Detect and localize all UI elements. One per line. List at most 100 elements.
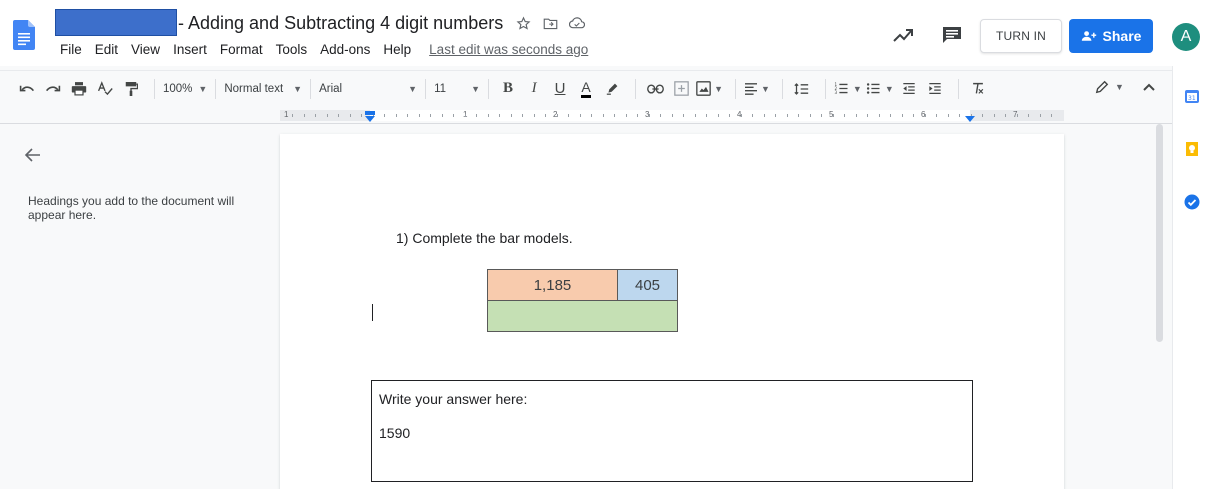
keep-icon[interactable]	[1184, 141, 1200, 157]
ruler-tick	[407, 114, 408, 117]
ruler-tick	[338, 114, 339, 117]
ruler-tick	[925, 114, 926, 117]
editing-mode-select[interactable]: ▼	[1095, 80, 1124, 94]
scroll-thumb[interactable]	[1156, 124, 1163, 342]
toolbar-separator	[734, 78, 736, 99]
line-spacing-icon[interactable]	[791, 77, 813, 101]
ruler-tick	[695, 114, 696, 117]
bar-model[interactable]: 1,185 405	[487, 269, 678, 332]
style-value: Normal text	[224, 82, 284, 95]
document-page[interactable]: 1) Complete the bar models. 1,185 405 Wr…	[280, 134, 1064, 489]
ruler-tick	[844, 114, 845, 117]
ruler-tick	[741, 114, 742, 117]
left-indent-handle[interactable]	[365, 116, 375, 122]
text-cursor	[372, 304, 373, 321]
ruler-tick	[614, 114, 615, 117]
underline-button[interactable]: U	[549, 77, 571, 101]
ruler-tick	[660, 114, 661, 117]
ruler-tick	[534, 114, 535, 117]
vertical-scrollbar[interactable]	[1153, 124, 1165, 489]
menu-view[interactable]: View	[131, 42, 160, 57]
ruler-tick	[304, 114, 305, 117]
align-icon[interactable]: ▼	[744, 77, 770, 101]
increase-indent-icon[interactable]	[924, 77, 946, 101]
turn-in-button[interactable]: TURN IN	[980, 19, 1062, 53]
menu-format[interactable]: Format	[220, 42, 263, 57]
italic-button[interactable]: I	[523, 77, 545, 101]
last-edit-link[interactable]: Last edit was seconds ago	[429, 42, 588, 57]
star-icon[interactable]	[515, 15, 531, 31]
menu-file[interactable]: File	[60, 42, 82, 57]
ruler-tick	[764, 114, 765, 117]
clear-formatting-icon[interactable]	[967, 77, 989, 101]
menu-edit[interactable]: Edit	[95, 42, 118, 57]
bar-part-a[interactable]: 1,185	[488, 270, 618, 301]
move-folder-icon[interactable]	[542, 15, 558, 31]
ruler-tick	[327, 114, 328, 117]
decrease-indent-icon[interactable]	[898, 77, 920, 101]
first-line-indent-handle[interactable]	[365, 111, 375, 115]
cloud-saved-icon[interactable]	[569, 15, 586, 31]
document-title[interactable]: - Adding and Subtracting 4 digit numbers	[178, 13, 503, 34]
answer-value[interactable]: 1590	[379, 425, 410, 441]
collapse-icon[interactable]	[1142, 80, 1156, 94]
ruler-tick	[1005, 114, 1006, 117]
right-indent-handle[interactable]	[965, 116, 975, 122]
highlight-icon[interactable]	[601, 77, 623, 101]
calendar-icon[interactable]: 31	[1184, 88, 1200, 104]
insert-image-icon[interactable]: ▼	[696, 77, 723, 101]
activity-trend-icon[interactable]	[893, 27, 913, 43]
ruler[interactable]: 1 1 2 3 4 5 6 7	[0, 107, 1172, 124]
style-select[interactable]: Normal text ▼	[224, 77, 302, 101]
account-avatar[interactable]: A	[1172, 23, 1200, 51]
menu-add-ons[interactable]: Add-ons	[320, 42, 370, 57]
ruler-tick	[718, 114, 719, 117]
zoom-select[interactable]: 100% ▼	[163, 77, 207, 101]
ruler-tick	[1051, 114, 1052, 117]
spellcheck-icon[interactable]	[94, 77, 116, 101]
outline-placeholder: Headings you add to the document will ap…	[28, 194, 235, 222]
menu-help[interactable]: Help	[383, 42, 411, 57]
question-text[interactable]: 1) Complete the bar models.	[396, 230, 573, 246]
text-color-button[interactable]: A	[575, 77, 597, 101]
paint-format-icon[interactable]	[120, 77, 142, 101]
ruler-tick	[488, 114, 489, 117]
ruler-tick	[672, 114, 673, 117]
bar-part-b[interactable]: 405	[618, 270, 677, 301]
redo-icon[interactable]	[42, 77, 64, 101]
menu-tools[interactable]: Tools	[276, 42, 308, 57]
numbered-list-icon[interactable]: 1 2 3 ▼	[834, 77, 862, 101]
insert-comment-icon[interactable]	[670, 77, 692, 101]
font-select[interactable]: Arial ▼	[319, 77, 417, 101]
ruler-tick	[833, 114, 834, 117]
bulleted-list-icon[interactable]: ▼	[866, 77, 894, 101]
chevron-down-icon: ▼	[852, 83, 862, 94]
comments-icon[interactable]	[942, 26, 962, 44]
bar-whole[interactable]	[488, 301, 677, 331]
formatting-toolbar: 100% ▼ Normal text ▼ Arial ▼ 11 ▼ B I U A ▼ …	[0, 70, 1172, 106]
ruler-tick	[350, 114, 351, 117]
ruler-tick	[902, 114, 903, 117]
link-icon[interactable]	[644, 77, 666, 101]
chevron-down-icon: ▼	[471, 83, 481, 94]
ruler-tick	[522, 114, 523, 117]
ruler-tick	[936, 114, 937, 117]
answer-box[interactable]: Write your answer here: 1590	[371, 380, 973, 482]
docs-app: - Adding and Subtracting 4 digit numbers…	[0, 0, 1209, 489]
zoom-value: 100%	[163, 82, 193, 95]
back-arrow-icon[interactable]	[24, 146, 42, 164]
undo-icon[interactable]	[16, 77, 38, 101]
tasks-icon[interactable]	[1184, 194, 1200, 210]
print-icon[interactable]	[68, 77, 90, 101]
toolbar-separator	[215, 78, 217, 99]
text-color-label: A	[581, 80, 591, 98]
ruler-tick	[1028, 114, 1029, 117]
ruler-tick	[545, 114, 546, 117]
docs-logo-icon[interactable]	[13, 20, 35, 50]
ruler-tick	[453, 114, 454, 117]
menu-insert[interactable]: Insert	[173, 42, 207, 57]
title-bar: - Adding and Subtracting 4 digit numbers…	[0, 0, 1209, 66]
font-size-select[interactable]: 11 ▼	[434, 77, 480, 101]
share-button[interactable]: Share	[1069, 19, 1153, 53]
bold-button[interactable]: B	[497, 77, 519, 101]
